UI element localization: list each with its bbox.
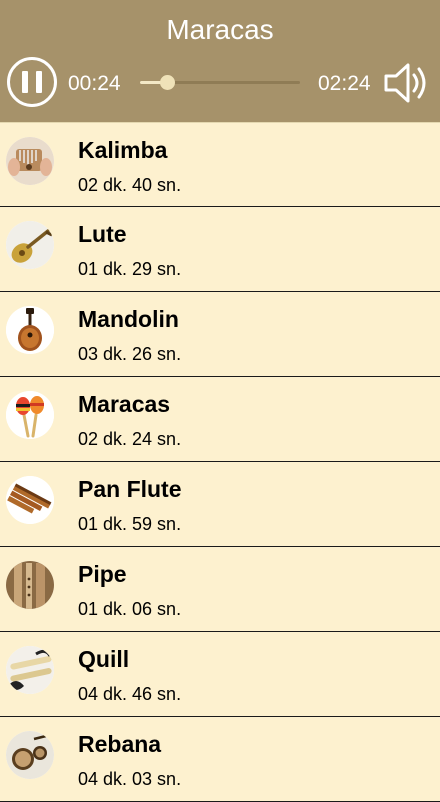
pan-flute-icon <box>6 476 54 524</box>
rebana-icon <box>6 731 54 779</box>
song-title: Maracas <box>78 391 171 417</box>
seek-bar[interactable] <box>140 75 300 90</box>
list-item[interactable]: Kalimba 02 dk. 40 sn. <box>0 122 440 207</box>
now-playing-title: Maracas <box>166 14 274 45</box>
song-title: Quill <box>78 646 130 672</box>
song-title: Kalimba <box>78 137 168 163</box>
quill-icon <box>6 646 54 694</box>
song-duration: 01 dk. 29 sn. <box>78 259 182 279</box>
song-duration: 01 dk. 59 sn. <box>78 514 182 534</box>
list-item[interactable]: Rebana 04 dk. 03 sn. <box>0 717 440 802</box>
song-duration: 02 dk. 24 sn. <box>78 429 182 449</box>
song-list: Kalimba 02 dk. 40 sn. Lute 01 dk. 29 sn. <box>0 122 440 802</box>
current-time: 00:24 <box>68 72 121 95</box>
maracas-icon <box>6 391 54 439</box>
song-duration: 03 dk. 26 sn. <box>78 344 182 364</box>
list-item[interactable]: Quill 04 dk. 46 sn. <box>0 632 440 717</box>
song-title: Pan Flute <box>78 476 182 502</box>
pipe-icon <box>6 561 54 609</box>
song-duration: 02 dk. 40 sn. <box>78 175 182 195</box>
list-item[interactable]: Lute 01 dk. 29 sn. <box>0 207 440 292</box>
mandolin-icon <box>6 306 54 354</box>
list-item[interactable]: Pan Flute 01 dk. 59 sn. <box>0 462 440 547</box>
pause-button[interactable] <box>7 57 57 107</box>
pause-icon-bar <box>36 71 42 93</box>
volume-button[interactable] <box>382 58 432 108</box>
list-item[interactable]: Maracas 02 dk. 24 sn. <box>0 377 440 462</box>
song-title: Rebana <box>78 731 162 757</box>
list-item[interactable]: Pipe 01 dk. 06 sn. <box>0 547 440 632</box>
song-duration: 04 dk. 03 sn. <box>78 769 182 789</box>
seek-thumb[interactable] <box>160 75 176 90</box>
song-title: Pipe <box>78 561 127 587</box>
speaker-volume-icon <box>384 63 426 103</box>
list-item[interactable]: Mandolin 03 dk. 26 sn. <box>0 292 440 377</box>
lute-icon <box>6 221 54 269</box>
song-duration: 04 dk. 46 sn. <box>78 684 182 704</box>
pause-icon <box>22 71 28 93</box>
total-time: 02:24 <box>318 72 371 95</box>
song-duration: 01 dk. 06 sn. <box>78 599 182 619</box>
song-title: Lute <box>78 221 127 247</box>
player-header: Maracas 00:24 02:24 <box>0 0 440 122</box>
song-title: Mandolin <box>78 306 179 332</box>
kalimba-icon <box>6 137 54 185</box>
